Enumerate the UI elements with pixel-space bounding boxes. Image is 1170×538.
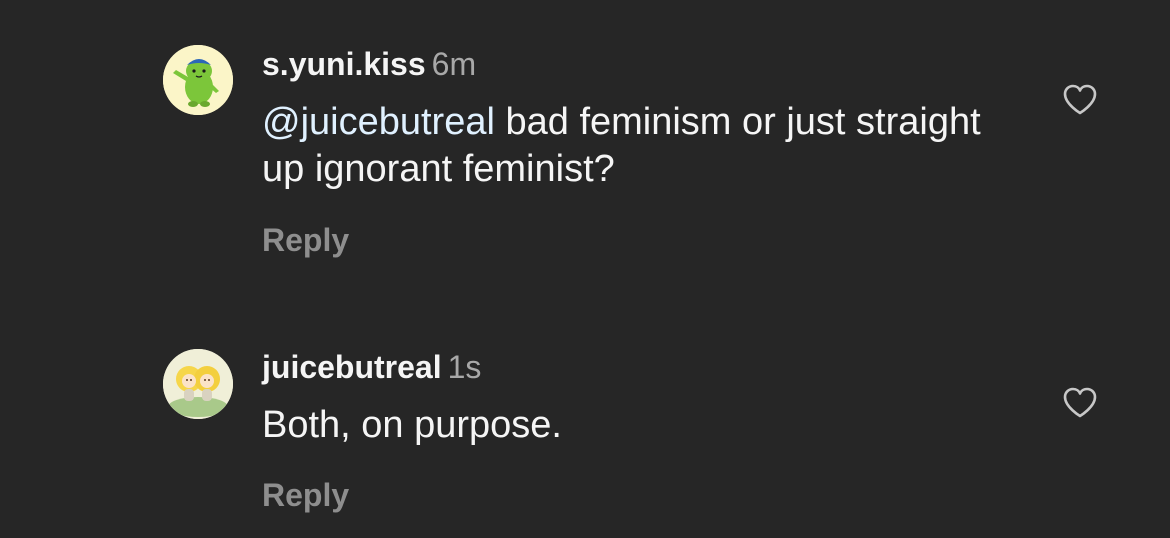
like-button[interactable] bbox=[1060, 383, 1100, 423]
reply-button[interactable]: Reply bbox=[262, 475, 349, 515]
timestamp: 1s bbox=[447, 349, 482, 385]
username[interactable]: s.yuni.kiss bbox=[262, 46, 426, 82]
timestamp: 6m bbox=[431, 46, 477, 82]
mention-link[interactable]: @juicebutreal bbox=[262, 101, 495, 143]
heart-outline-icon bbox=[1063, 84, 1097, 115]
comment-text: Both, on purpose. bbox=[262, 402, 982, 449]
comment-item: juicebutreal 1s Both, on purpose. Reply bbox=[0, 300, 1170, 538]
comment-header: juicebutreal 1s bbox=[262, 347, 481, 387]
comment-text: @juicebutreal bad feminism or just strai… bbox=[262, 99, 982, 193]
avatar[interactable] bbox=[163, 349, 233, 419]
reply-button[interactable]: Reply bbox=[262, 220, 349, 260]
like-button[interactable] bbox=[1060, 80, 1100, 120]
comment-header: s.yuni.kiss 6m bbox=[262, 44, 476, 84]
yellow-flower-babies-avatar-icon bbox=[163, 349, 233, 419]
heart-outline-icon bbox=[1063, 387, 1097, 418]
comment-body: Both, on purpose. bbox=[262, 404, 562, 446]
comment-item: s.yuni.kiss 6m @juicebutreal bad feminism… bbox=[0, 0, 1170, 300]
green-cartoon-creature-avatar-icon bbox=[163, 45, 233, 115]
username[interactable]: juicebutreal bbox=[262, 349, 442, 385]
avatar[interactable] bbox=[163, 45, 233, 115]
